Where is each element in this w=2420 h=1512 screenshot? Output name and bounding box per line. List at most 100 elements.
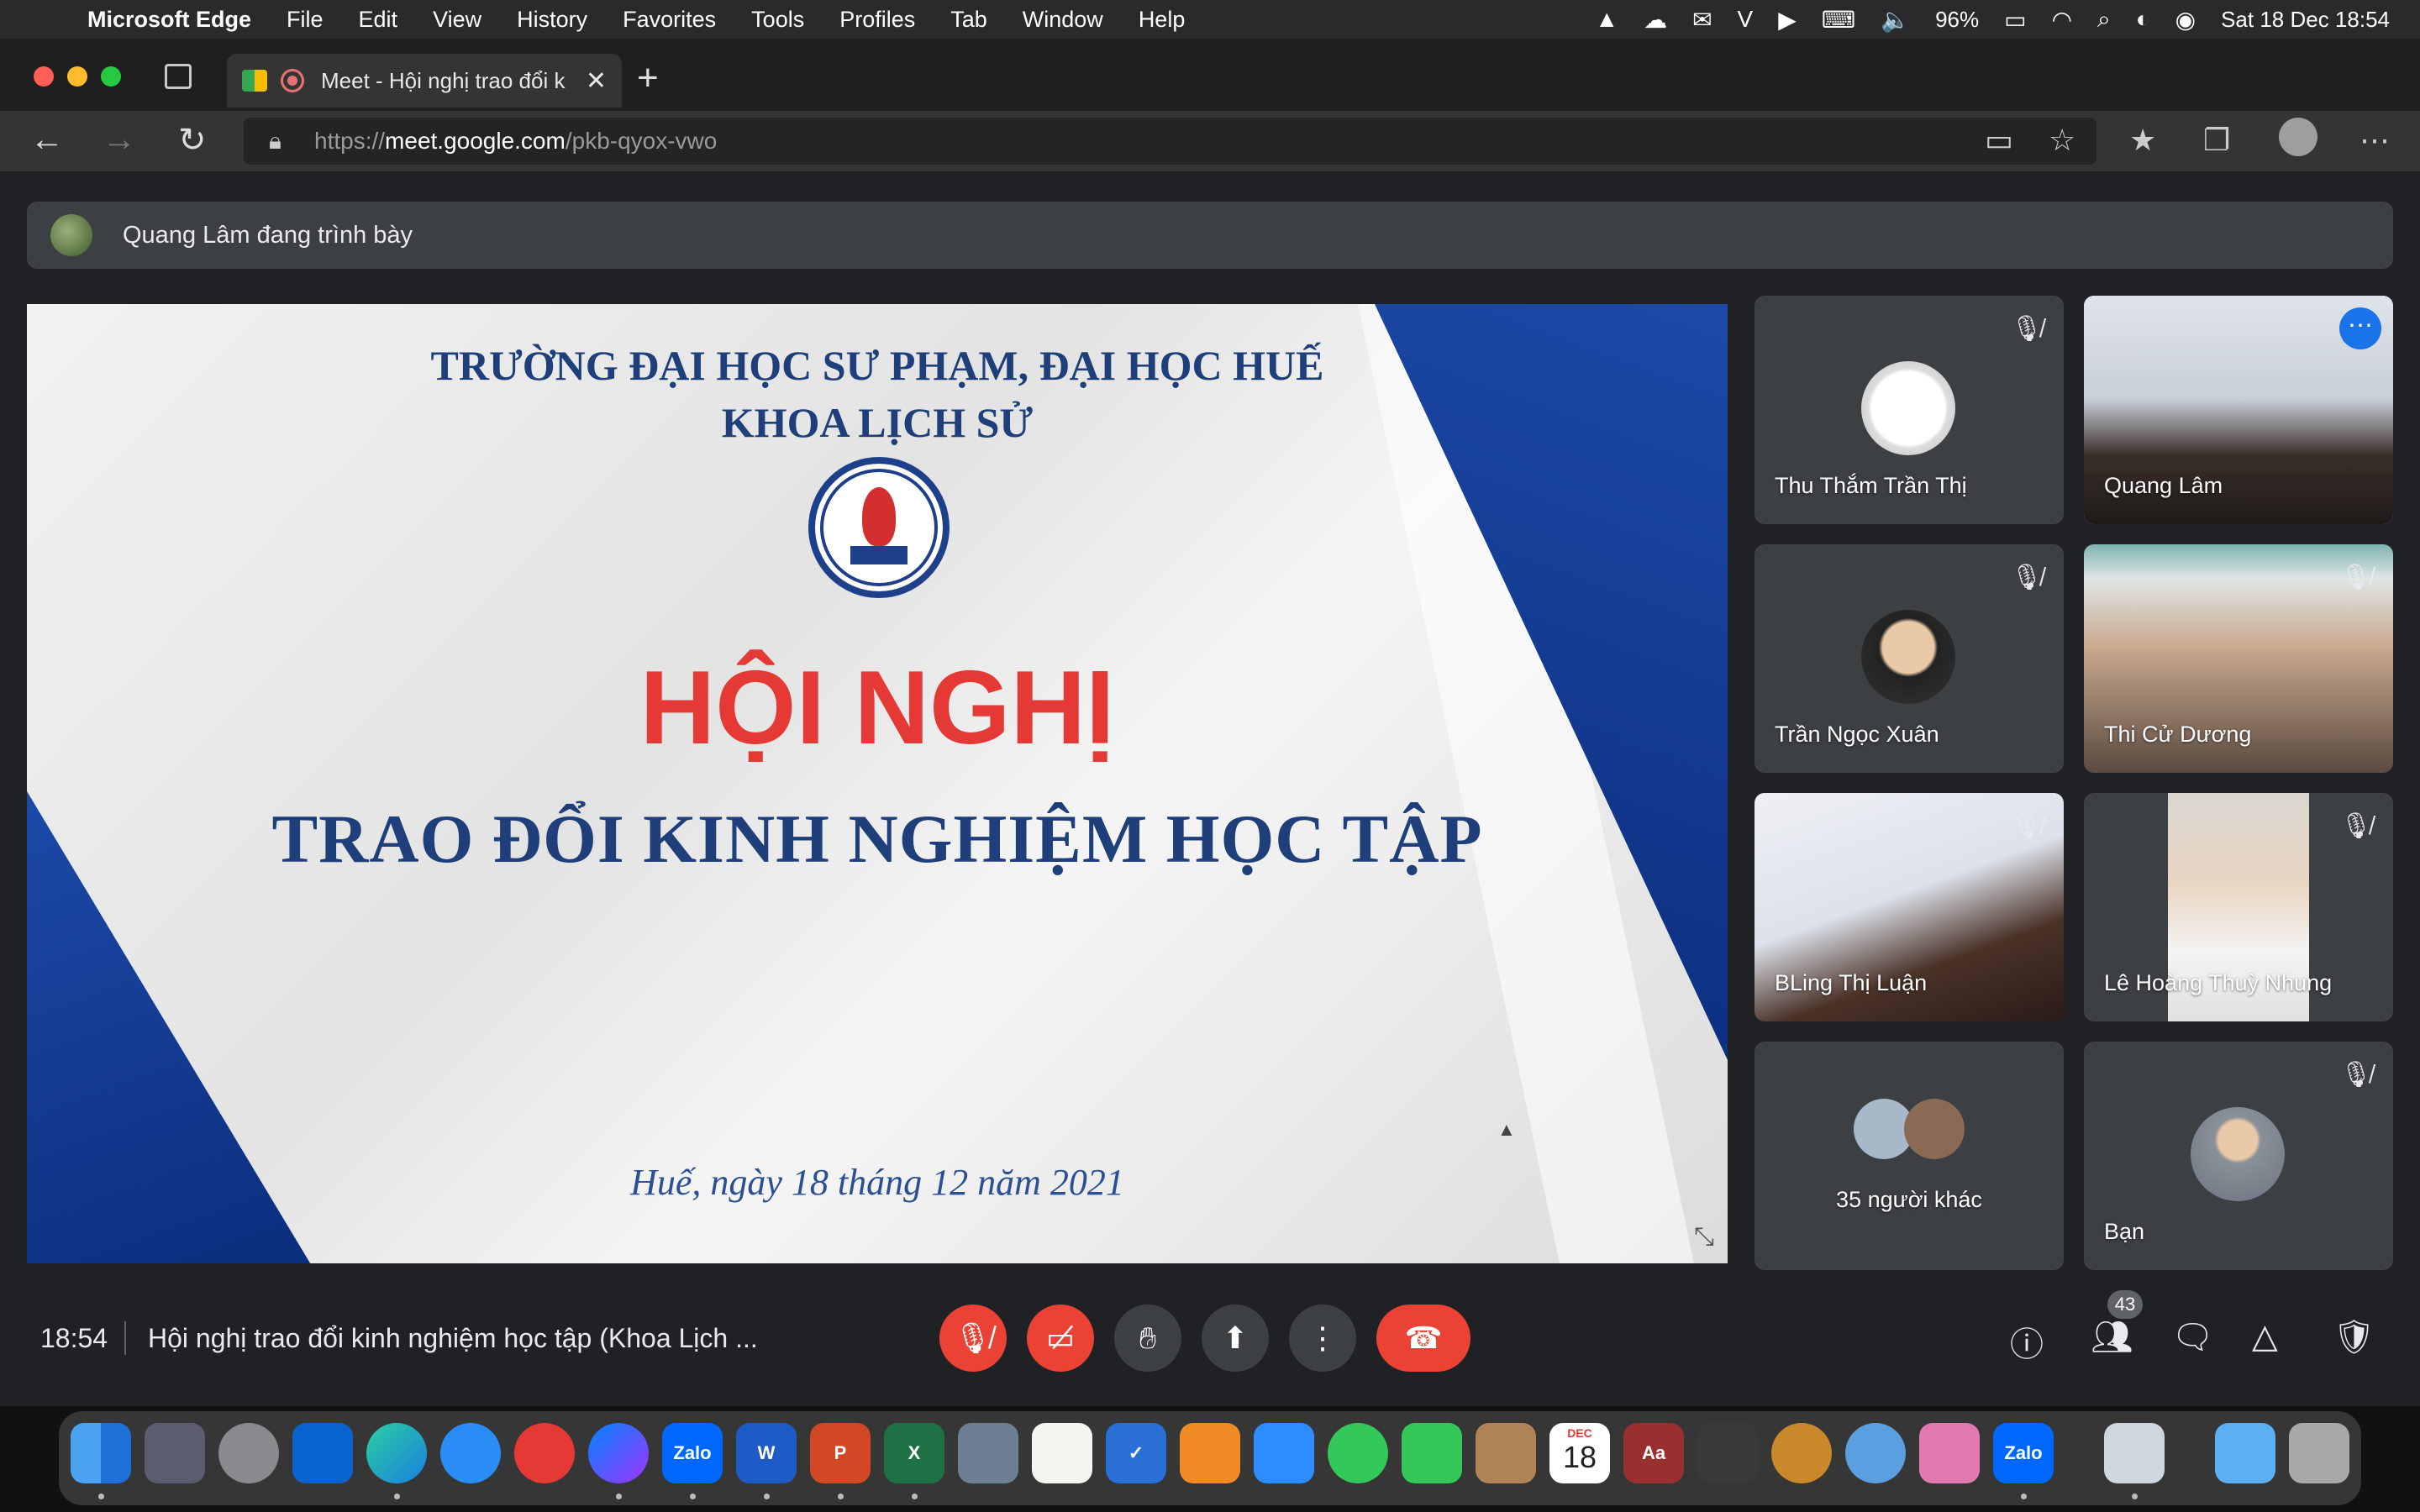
more-options-button[interactable]: ⋮ [1289, 1305, 1356, 1372]
system-preferences-icon[interactable] [218, 1423, 279, 1483]
quicktime-icon[interactable] [1845, 1423, 1906, 1483]
folder-icon[interactable] [2215, 1423, 2275, 1483]
launchpad-icon[interactable] [145, 1423, 205, 1483]
books-icon[interactable] [1180, 1423, 1240, 1483]
mic-toggle-button[interactable]: 🎙︎̸ [939, 1305, 1007, 1372]
contacts-icon[interactable] [1476, 1423, 1536, 1483]
back-arrow-icon[interactable]: ← [30, 121, 64, 159]
word-icon[interactable]: W [736, 1423, 797, 1483]
participant-tile[interactable]: 🎙︎̸ BLing Thị Luận [1754, 793, 2064, 1021]
menu-favorites[interactable]: Favorites [623, 7, 716, 33]
participant-tile[interactable]: 🎙︎̸ Thi Cử Dương [2084, 544, 2393, 773]
edge-icon[interactable] [366, 1423, 427, 1483]
calculator-icon[interactable] [1697, 1423, 1758, 1483]
calendar-day: 18 [1562, 1440, 1597, 1474]
close-tab-icon[interactable]: ✕ [586, 66, 607, 96]
notification-icon[interactable]: ▲ [1595, 6, 1618, 33]
wifi-icon[interactable]: ◠ [2052, 6, 2072, 34]
tab-title: Meet - Hội nghị trao đổi k [321, 67, 566, 93]
menu-help[interactable]: Help [1139, 7, 1186, 33]
battery-icon[interactable]: ▭ [2004, 6, 2026, 34]
menu-bar: Microsoft Edge File Edit View History Fa… [0, 0, 2420, 39]
volume-icon[interactable]: 🔈 [1881, 6, 1910, 34]
self-tile[interactable]: 🎙︎̸ Bạn [2084, 1042, 2393, 1270]
play-icon[interactable]: ▶ [1778, 6, 1797, 34]
leave-call-button[interactable]: ☎︎ [1376, 1305, 1470, 1372]
info-icon[interactable]: ⓘ [2010, 1317, 2044, 1366]
people-icon[interactable]: 👥︎ [2091, 1317, 2133, 1357]
facetime-icon[interactable] [1402, 1423, 1462, 1483]
others-tile[interactable]: 35 người khác [1754, 1042, 2064, 1270]
forward-arrow-icon[interactable]: → [103, 121, 136, 159]
preview-icon[interactable] [958, 1423, 1018, 1483]
menu-window[interactable]: Window [1023, 7, 1103, 33]
more-options-icon[interactable]: ⋯ [2339, 307, 2381, 349]
messenger-icon[interactable] [588, 1423, 649, 1483]
refresh-icon[interactable]: ↻ [178, 121, 207, 160]
menu-clock[interactable]: Sat 18 Dec 18:54 [2221, 7, 2390, 33]
trash-icon[interactable] [2289, 1423, 2349, 1483]
powerpoint-icon[interactable]: P [810, 1423, 871, 1483]
mail-icon[interactable]: ✉ [1692, 6, 1712, 34]
menu-history[interactable]: History [517, 7, 587, 33]
menu-tab[interactable]: Tab [950, 7, 987, 33]
cloud-icon[interactable]: ☁ [1644, 6, 1667, 34]
fullscreen-window-button[interactable] [101, 66, 121, 87]
meeting-title: Hội nghị trao đổi kinh nghiệm học tập (K… [148, 1323, 758, 1353]
onedrive-icon[interactable] [292, 1423, 353, 1483]
camera-toggle-button[interactable]: ▭̸ [1027, 1305, 1094, 1372]
finder-icon[interactable] [71, 1423, 131, 1483]
favorites-icon[interactable]: ★ [2129, 123, 2156, 158]
zoom-icon[interactable] [1254, 1423, 1314, 1483]
collections-icon[interactable]: ❐ [2203, 123, 2230, 158]
chat-icon[interactable]: 🗨︎ [2171, 1317, 2214, 1357]
zalo-icon[interactable]: Zalo [1993, 1423, 2054, 1483]
activities-icon[interactable]: △ [2252, 1317, 2278, 1356]
logo-book [850, 546, 908, 564]
raise-hand-button[interactable]: ✋︎ [1114, 1305, 1181, 1372]
more-menu-icon[interactable]: ⋯ [2360, 123, 2390, 158]
zalo-icon[interactable]: Zalo [662, 1423, 723, 1483]
participant-tile[interactable]: 🎙︎̸ Lê Hoàng Thuỳ Nhung [2084, 793, 2393, 1021]
running-indicator [2021, 1494, 2027, 1499]
mail-app-icon[interactable] [514, 1423, 575, 1483]
menu-view[interactable]: View [433, 7, 481, 33]
audio-app-icon[interactable] [1771, 1423, 1832, 1483]
safari-icon[interactable] [440, 1423, 501, 1483]
calendar-icon[interactable]: DEC 18 [1549, 1423, 1610, 1483]
host-controls-icon[interactable]: 🛡︎ [2333, 1317, 2375, 1357]
menu-edit[interactable]: Edit [359, 7, 398, 33]
spotlight-search-icon[interactable]: ⌕ [2097, 6, 2111, 34]
keynote-icon[interactable] [1919, 1423, 1980, 1483]
new-tab-icon[interactable]: + [637, 57, 659, 99]
close-window-button[interactable] [34, 66, 54, 87]
presentation-slide[interactable]: TRƯỜNG ĐẠI HỌC SƯ PHẠM, ĐẠI HỌC HUẾ KHOA… [27, 304, 1728, 1263]
add-favorite-icon[interactable]: ☆ [2049, 123, 2075, 158]
profile-avatar-icon[interactable] [2279, 118, 2317, 156]
url-input[interactable]: 🔒︎ https://meet.google.com/pkb-qyox-vwo [244, 118, 2096, 165]
participant-tile[interactable]: 🎙︎̸ Thu Thắm Trần Thị [1754, 296, 2064, 524]
vivaldi-icon[interactable]: V [1738, 6, 1754, 33]
tasks-icon[interactable]: ✓ [1106, 1423, 1166, 1483]
menu-tools[interactable]: Tools [751, 7, 804, 33]
participant-tile[interactable]: 🎙︎̸ Trần Ngọc Xuân [1754, 544, 2064, 773]
textedit-icon[interactable] [1032, 1423, 1092, 1483]
present-screen-button[interactable]: ⬆ [1202, 1305, 1269, 1372]
tab-actions-icon[interactable] [165, 64, 192, 89]
lock-icon[interactable]: 🔒︎ [269, 128, 281, 155]
menu-file[interactable]: File [287, 7, 324, 33]
keyboard-icon[interactable]: ⌨ [1822, 6, 1855, 34]
siri-icon[interactable]: ◉ [2175, 6, 2196, 34]
menu-profiles[interactable]: Profiles [839, 7, 915, 33]
excel-icon[interactable]: X [884, 1423, 944, 1483]
tab-meet[interactable]: Meet - Hội nghị trao đổi k ✕ [227, 54, 622, 108]
collapse-icon[interactable]: ⤡ [1694, 1223, 1714, 1252]
camera-permission-icon[interactable]: ▭ [1985, 123, 2013, 158]
participant-tile[interactable]: ⋯ Quang Lâm [2084, 296, 2393, 524]
messages-icon[interactable] [1328, 1423, 1388, 1483]
downloads-icon[interactable] [2104, 1423, 2165, 1483]
minimize-window-button[interactable] [67, 66, 87, 87]
app-name-menu[interactable]: Microsoft Edge [87, 7, 251, 33]
dictionary-icon[interactable]: Aa [1623, 1423, 1684, 1483]
control-center-icon[interactable]: ◐ [2136, 6, 2150, 33]
